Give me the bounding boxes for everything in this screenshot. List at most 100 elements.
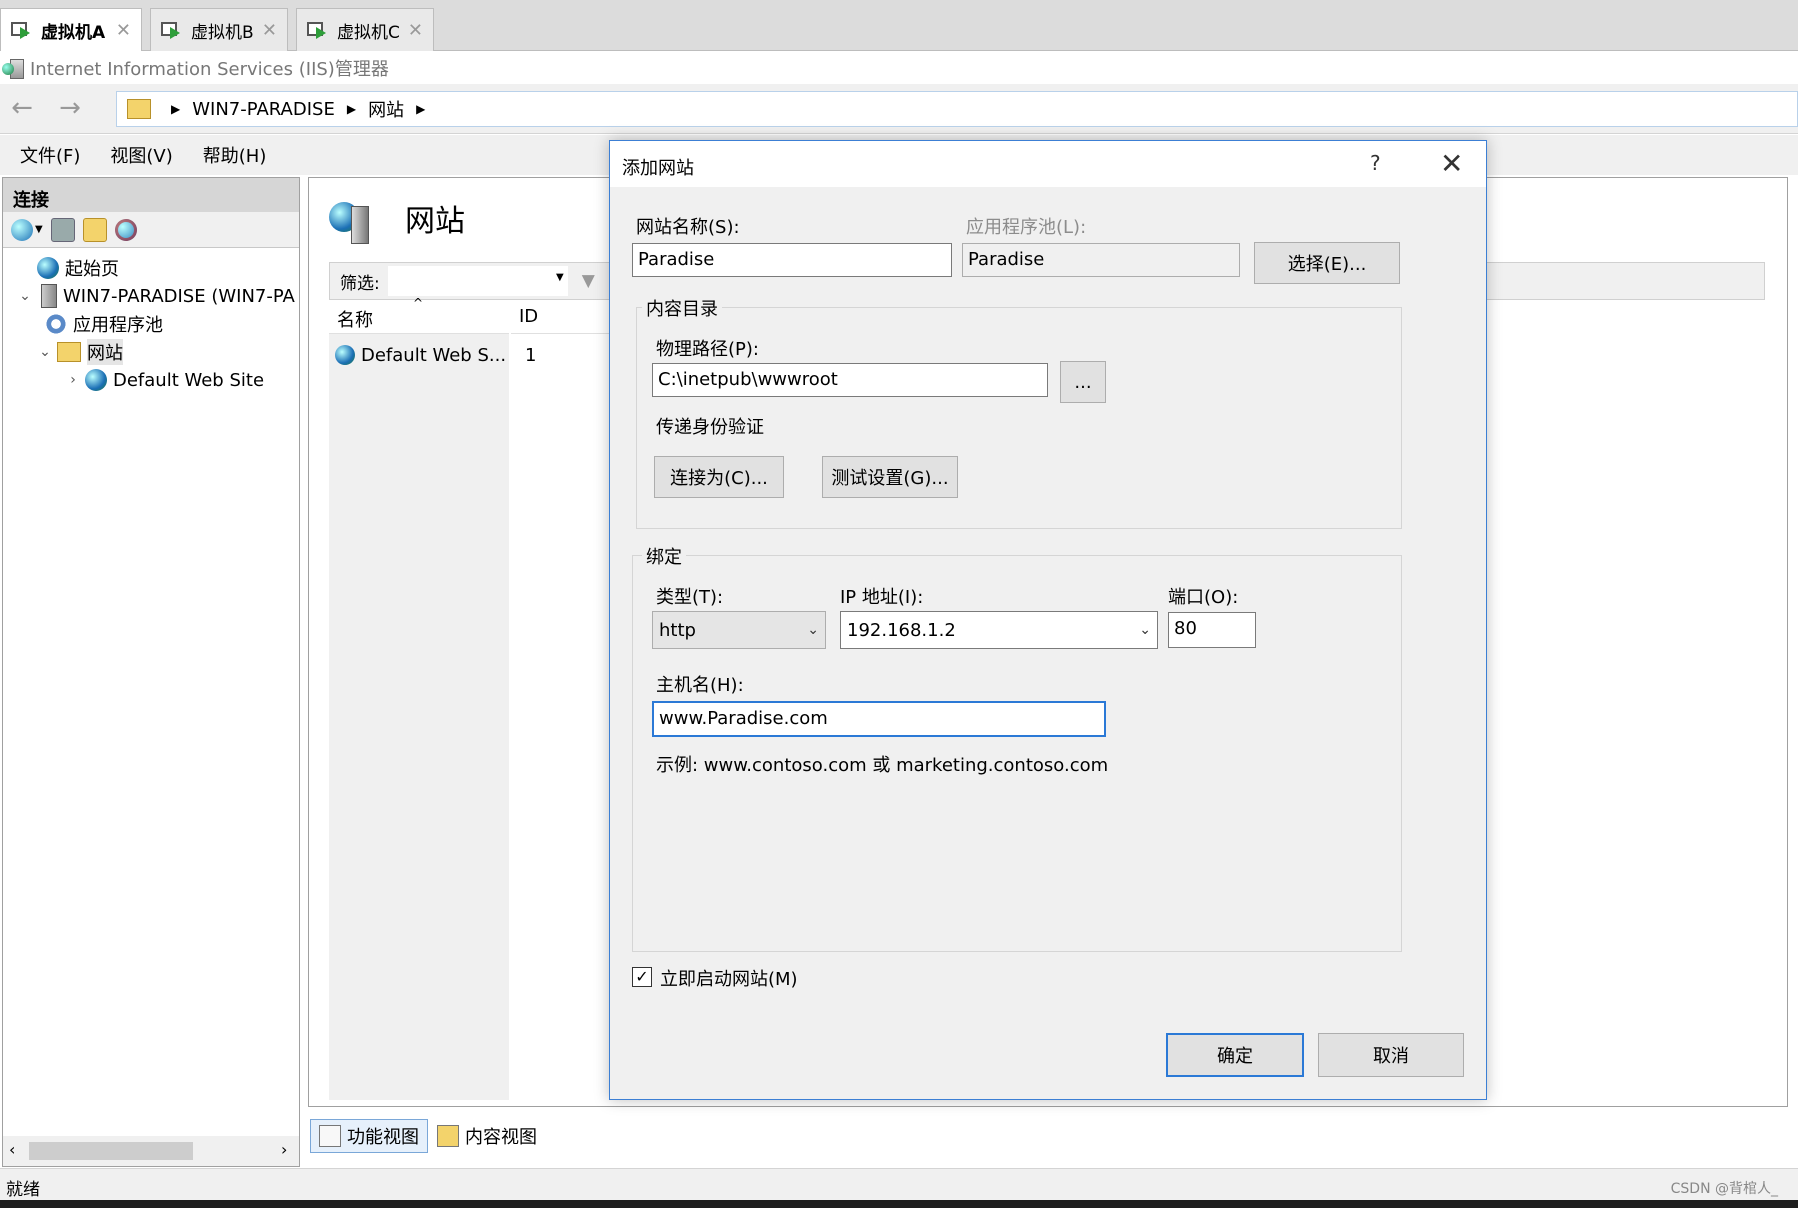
start-immediately-checkbox[interactable]: ✓ [632,967,652,987]
bottom-strip [0,1200,1798,1208]
tree-item-start-page[interactable]: 起始页 [17,254,297,282]
connect-globe-icon[interactable] [11,218,33,241]
select-app-pool-button[interactable]: 选择(E)... [1254,242,1400,284]
status-bar: 就绪 [0,1168,1798,1200]
column-header-name[interactable]: 名称 ^ [329,296,509,334]
content-view-icon [437,1125,459,1147]
tree-item-label: WIN7-PARADISE (WIN7-PA [63,285,295,307]
breadcrumb-sites[interactable]: 网站 [368,96,404,122]
vm-tab-strip: 虚拟机A ✕ 虚拟机B ✕ 虚拟机C ✕ [0,0,1798,51]
sites-folder-icon [57,342,81,362]
app-pool-icon [45,313,67,335]
tab-features-view[interactable]: 功能视图 [310,1119,428,1153]
ip-address-value: 192.168.1.2 [847,619,956,641]
iis-app-icon [2,57,24,79]
dropdown-arrow-icon[interactable]: ▼ [35,224,43,235]
binding-type-select[interactable]: http ⌄ [652,611,826,649]
site-name-input[interactable]: Paradise [632,243,952,277]
disconnect-icon[interactable] [114,218,137,241]
test-settings-button[interactable]: 测试设置(G)... [822,456,958,498]
menu-view[interactable]: 视图(V) [110,142,172,168]
sites-folder-icon [127,99,151,119]
sort-ascending-icon: ^ [413,296,424,310]
tree-item-sites[interactable]: ⌄ 网站 [17,338,297,366]
sites-globe-server-icon [329,196,377,244]
close-icon[interactable]: ✕ [408,20,423,41]
physical-path-input[interactable]: C:\inetpub\wwwroot [652,363,1048,397]
vm-tab-label: 虚拟机A [41,22,106,43]
filter-input[interactable]: ▼ [387,266,568,296]
tree-item-app-pools[interactable]: 应用程序池 [17,310,297,338]
address-bar[interactable]: ▶ WIN7-PARADISE ▶ 网站 ▶ [116,91,1798,127]
type-label: 类型(T): [656,587,724,608]
vm-tab-a[interactable]: 虚拟机A ✕ [0,8,142,51]
page-title: 网站 [405,204,465,239]
close-icon[interactable]: ✕ [116,20,131,41]
connections-tree: 起始页 ⌄ WIN7-PARADISE (WIN7-PA 应用程序池 ⌄ 网站 … [17,254,297,394]
chevron-down-icon: ⌄ [807,622,819,638]
tab-label: 内容视图 [465,1127,537,1148]
host-name-label: 主机名(H): [656,675,744,696]
menu-file[interactable]: 文件(F) [20,142,80,168]
port-input[interactable]: 80 [1168,612,1256,648]
app-title: Internet Information Services (IIS)管理器 [30,59,389,80]
back-arrow-icon[interactable]: ← [8,94,36,122]
filter-funnel-icon[interactable]: ▼ [582,271,595,291]
connections-header: 连接 [3,178,299,212]
vm-play-icon [161,20,183,40]
row-site-name: Default Web S... [361,344,507,366]
tree-item-default-site[interactable]: › Default Web Site [17,366,297,394]
horizontal-scrollbar[interactable]: ‹ › [3,1136,299,1166]
breadcrumb-server[interactable]: WIN7-PARADISE [192,99,335,120]
row-site-id: 1 [525,344,537,366]
save-icon[interactable] [50,217,75,242]
tree-item-server[interactable]: ⌄ WIN7-PARADISE (WIN7-PA [17,282,297,310]
expand-chevron-icon[interactable]: › [65,372,81,388]
help-icon[interactable]: ? [1370,151,1381,175]
menu-help[interactable]: 帮助(H) [203,142,267,168]
ok-button[interactable]: 确定 [1166,1033,1304,1077]
features-view-icon [319,1125,341,1147]
collapse-chevron-icon[interactable]: ⌄ [17,288,33,304]
vm-tab-label: 虚拟机C [337,22,400,43]
cancel-button[interactable]: 取消 [1318,1033,1464,1077]
passthrough-auth-label: 传递身份验证 [656,417,764,438]
tree-item-label: 起始页 [65,259,119,280]
scrollbar-thumb[interactable] [29,1142,193,1160]
scroll-left-icon[interactable]: ‹ [9,1140,15,1159]
browse-button[interactable]: ... [1060,361,1106,403]
up-folder-icon[interactable] [82,217,107,242]
tab-label: 功能视图 [347,1127,419,1148]
column-header-id[interactable]: ID [511,300,611,334]
start-immediately-label[interactable]: 立即启动网站(M) [660,965,798,991]
ip-address-label: IP 地址(I): [840,587,924,608]
connect-as-button[interactable]: 连接为(C)... [654,456,784,498]
table-row[interactable]: Default Web S... 1 [329,340,629,370]
port-label: 端口(O): [1168,587,1239,608]
scroll-right-icon[interactable]: › [281,1140,287,1159]
app-pool-label: 应用程序池(L): [966,217,1087,238]
forward-arrow-icon[interactable]: → [56,94,84,122]
breadcrumb-separator-icon: ▶ [416,102,426,116]
app-title-bar: Internet Information Services (IIS)管理器 [0,52,1798,84]
close-icon[interactable]: ✕ [1440,147,1463,180]
host-name-example: 示例: www.contoso.com 或 marketing.contoso.… [656,755,1109,776]
collapse-chevron-icon[interactable]: ⌄ [37,344,53,360]
column-header-label: ID [519,306,539,327]
tree-item-label: Default Web Site [113,369,265,391]
app-pool-field: Paradise [962,243,1240,277]
vm-tab-b[interactable]: 虚拟机B ✕ [150,8,288,51]
start-page-icon [37,257,59,279]
host-name-input[interactable]: www.Paradise.com [652,701,1106,737]
tree-item-label: 网站 [87,339,123,365]
status-text: 就绪 [6,1180,40,1200]
connections-pane: 连接 ▼ 起始页 ⌄ WIN7-PARADISE (WIN7-PA 应用程序池 … [2,177,300,1167]
binding-label: 绑定 [642,543,686,569]
server-icon [41,284,57,308]
tab-content-view[interactable]: 内容视图 [428,1119,546,1153]
site-globe-icon [335,345,355,365]
vm-tab-c[interactable]: 虚拟机C ✕ [296,8,434,51]
close-icon[interactable]: ✕ [262,20,277,41]
ip-address-select[interactable]: 192.168.1.2 ⌄ [840,611,1158,649]
binding-type-value: http [659,619,696,641]
